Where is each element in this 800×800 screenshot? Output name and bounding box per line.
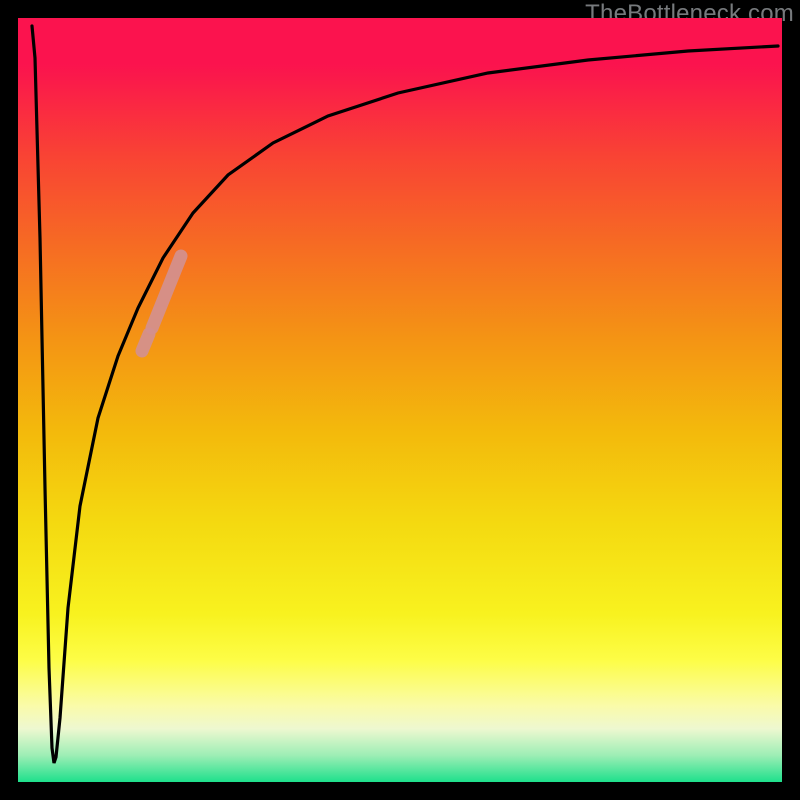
curve-main xyxy=(32,26,778,763)
chart-frame: TheBottleneck.com xyxy=(0,0,800,800)
curve-highlight-segment xyxy=(152,256,181,328)
plot-area xyxy=(18,18,782,782)
curve-highlight-dot xyxy=(142,334,149,351)
bottleneck-curve xyxy=(18,18,782,782)
